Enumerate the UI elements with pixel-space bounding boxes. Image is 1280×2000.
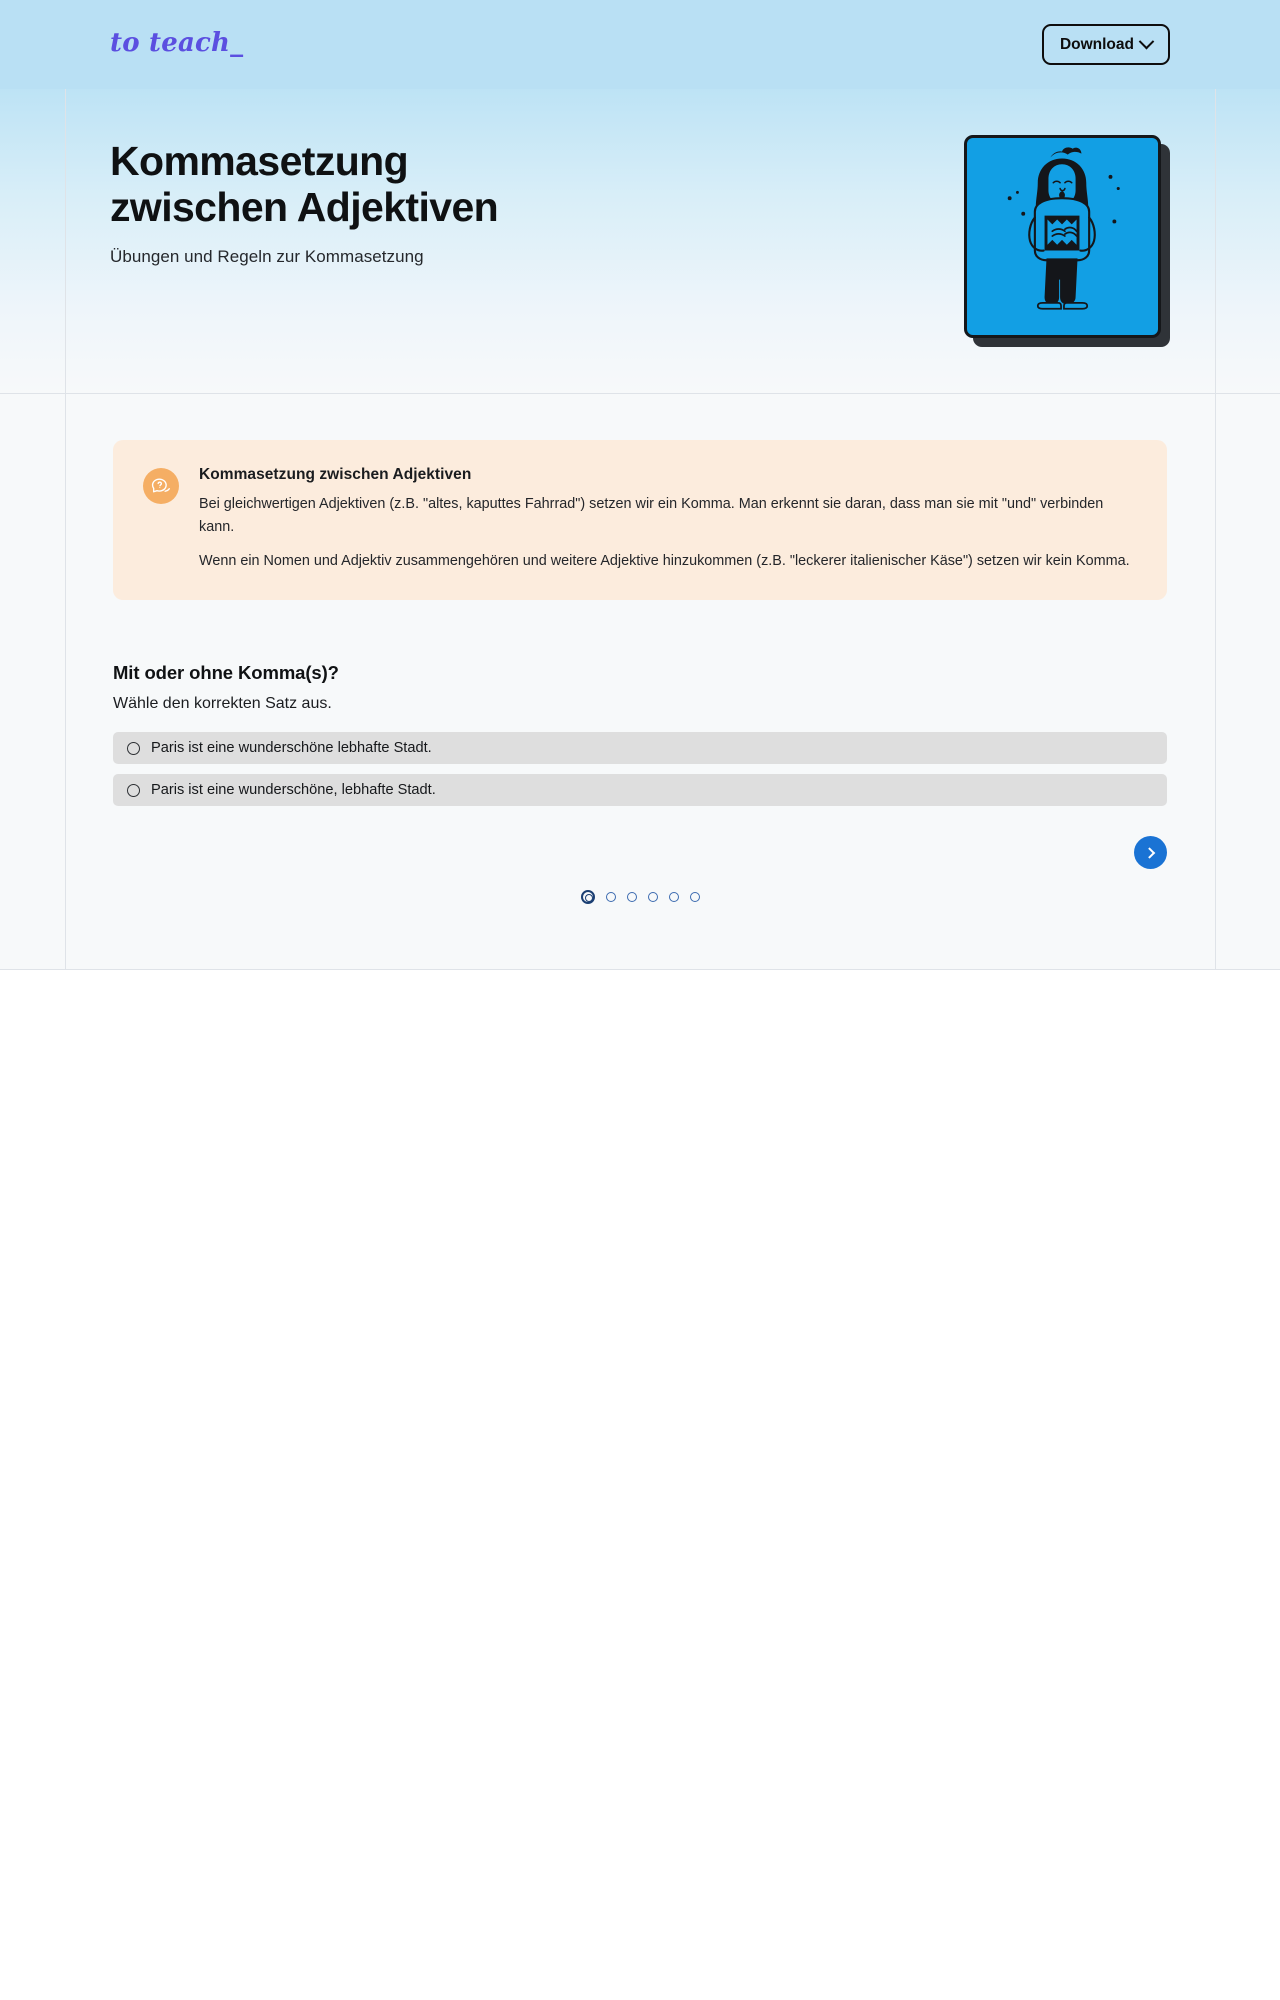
pagination-dot-5[interactable]: [668, 892, 679, 902]
student-holding-book-illustration: [964, 135, 1161, 338]
exercise-title: Mit oder ohne Komma(s)?: [113, 662, 339, 683]
pagination-dots: [113, 890, 1167, 904]
brand-logo[interactable]: to teach_: [110, 28, 243, 58]
exercise-instruction: Wähle den korrekten Satz aus.: [113, 695, 332, 712]
info-callout-paragraph: Wenn ein Nomen und Adjektiv zusammengehö…: [199, 552, 1130, 569]
hero-banner: Kommasetzung zwischen Adjektiven Übungen…: [0, 89, 1280, 393]
download-button[interactable]: Download: [1041, 24, 1170, 65]
guide-line-hero: [0, 393, 1280, 394]
page-subtitle: Übungen und Regeln zur Kommasetzung: [110, 246, 424, 266]
chevron-down-icon: [1138, 33, 1155, 50]
pagination-dot-4[interactable]: [647, 892, 658, 902]
pagination-dot-2[interactable]: [605, 892, 616, 902]
pagination-dot-1[interactable]: [580, 890, 595, 904]
download-button-label: Download: [1059, 35, 1134, 53]
answer-option-label: Paris ist eine wunderschöne lebhafte Sta…: [151, 740, 432, 756]
answer-options-list: Paris ist eine wunderschöne lebhafte Sta…: [113, 732, 1167, 806]
info-callout-paragraph: Bei gleichwertigen Adjektiven (z.B. "alt…: [199, 496, 1104, 535]
info-callout-title: Kommasetzung zwischen Adjektiven: [199, 466, 472, 483]
exercise-block: Mit oder ohne Komma(s)? Wähle den korrek…: [113, 662, 1167, 904]
pagination-dot-3[interactable]: [626, 892, 637, 902]
guide-line-footer: [0, 969, 1280, 970]
info-callout: Kommasetzung zwischen Adjektiven Bei gle…: [113, 440, 1167, 601]
worksheet-sheet: Kommasetzung zwischen Adjektiven Übungen…: [0, 0, 1280, 970]
radio-button-icon[interactable]: [127, 783, 140, 797]
answer-option[interactable]: Paris ist eine wunderschöne lebhafte Sta…: [113, 732, 1167, 764]
chevron-right-icon: [1143, 846, 1155, 859]
app-header: to teach_ Download: [0, 0, 1280, 89]
next-question-button[interactable]: [1134, 836, 1167, 869]
answer-option-label: Paris ist eine wunderschöne, lebhafte St…: [151, 782, 436, 798]
info-callout-body: Kommasetzung zwischen Adjektiven Bei gle…: [199, 466, 1137, 572]
hero-illustration-card: [964, 135, 1170, 347]
worksheet-page: Kommasetzung zwischen Adjektiven Übungen…: [0, 0, 1280, 2000]
question-speech-bubble-icon: [143, 468, 179, 504]
page-title: Kommasetzung zwischen Adjektiven: [110, 138, 499, 230]
pagination-dot-6[interactable]: [689, 892, 700, 902]
radio-button-icon[interactable]: [127, 741, 140, 755]
answer-option[interactable]: Paris ist eine wunderschöne, lebhafte St…: [113, 774, 1167, 806]
hero-text-block: Kommasetzung zwischen Adjektiven Übungen…: [110, 138, 499, 267]
